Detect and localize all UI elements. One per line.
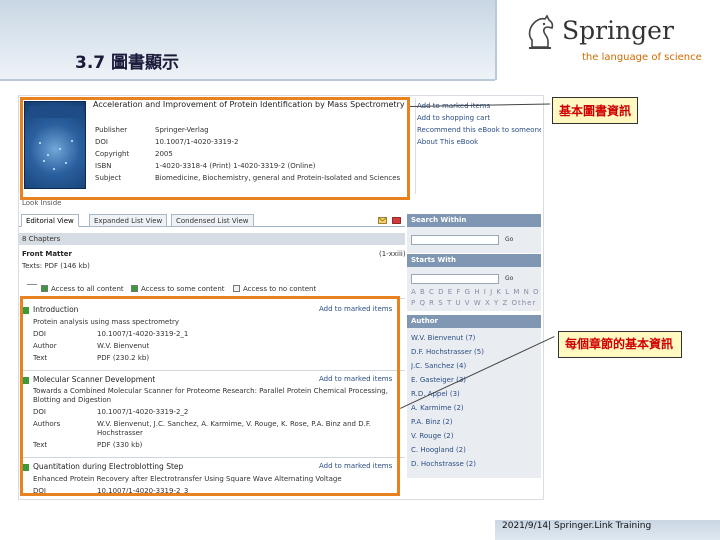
alphabet-filter-row[interactable]: A B C D E F G H I J K L M N O	[411, 288, 541, 297]
links-separator	[415, 98, 416, 194]
email-icon[interactable]	[378, 217, 387, 224]
access-none-key-icon	[233, 285, 240, 292]
recommend-ebook-link[interactable]: Recommend this eBook to someone	[417, 126, 541, 135]
springer-tagline: the language of science	[582, 52, 702, 63]
about-ebook-link[interactable]: About This eBook	[417, 138, 541, 147]
search-within-label: Search Within	[411, 216, 467, 224]
tab-condensed-list-view[interactable]: Condensed List View	[171, 214, 254, 227]
legend-access-all: Access to all content	[51, 285, 124, 293]
author-facet-header: Author	[407, 315, 541, 328]
access-some-key-icon	[131, 285, 138, 292]
legend-access-none: Access to no content	[243, 285, 317, 293]
legend-access-some: Access to some content	[141, 285, 225, 293]
author-facet-item[interactable]: V. Rouge (2)	[411, 432, 539, 441]
callout-chapter-info: 每個章節的基本資訊	[558, 331, 682, 358]
alphabet-filter-row[interactable]: P Q R S T U V W X Y Z Other	[411, 299, 541, 308]
starts-with-label: Starts With	[411, 256, 456, 264]
author-facet-item[interactable]: A. Karmime (2)	[411, 404, 539, 413]
author-facet-item[interactable]: J.C. Sanchez (4)	[411, 362, 539, 371]
search-within-go-button[interactable]: Go	[505, 236, 513, 244]
look-inside-link[interactable]: Look Inside	[22, 199, 61, 208]
tab-expanded-list-view[interactable]: Expanded List View	[89, 214, 168, 227]
starts-with-go-button[interactable]: Go	[505, 275, 513, 283]
front-matter-title[interactable]: Front Matter	[22, 250, 72, 259]
front-matter-texts[interactable]: Texts: PDF (146 kb)	[22, 262, 90, 271]
add-to-cart-link[interactable]: Add to shopping cart	[417, 114, 541, 123]
author-facet-item[interactable]: D. Hochstrasse (2)	[411, 460, 539, 469]
author-facet-item[interactable]: P.A. Binz (2)	[411, 418, 539, 427]
arrow-icon	[27, 284, 37, 292]
author-facet-label: Author	[411, 317, 438, 325]
starts-with-header: Starts With	[407, 254, 541, 267]
slide-title: 3.7 圖書顯示	[75, 53, 180, 73]
chapter-count-bar: 8 Chapters	[19, 233, 405, 245]
chapter-info-highlight	[20, 296, 400, 496]
chapter-count: 8 Chapters	[22, 235, 61, 243]
author-facet-item[interactable]: E. Gasteiger (3)	[411, 376, 539, 385]
tab-editorial-view[interactable]: Editorial View	[21, 214, 79, 227]
springer-knight-icon	[528, 14, 554, 49]
header-vertical-divider	[495, 0, 497, 80]
search-within-input[interactable]	[411, 235, 499, 245]
starts-with-input[interactable]	[411, 274, 499, 284]
callout-basic-book-info: 基本圖書資訊	[552, 97, 639, 124]
save-icon[interactable]	[392, 217, 401, 224]
author-facet-item[interactable]: W.V. Bienvenut (7)	[411, 334, 539, 343]
search-within-header: Search Within	[407, 214, 541, 227]
front-matter-pages: (1-xxiii)	[379, 250, 406, 258]
author-facet-item[interactable]: C. Hoogland (2)	[411, 446, 539, 455]
header-divider	[0, 79, 495, 81]
access-all-key-icon	[41, 285, 48, 292]
view-tabs: Editorial View Expanded List View Conden…	[19, 214, 405, 227]
springer-wordmark: Springer	[562, 16, 674, 45]
book-info-highlight	[20, 97, 410, 200]
slide-footer: 2021/9/14| Springer.Link Training	[502, 521, 652, 531]
